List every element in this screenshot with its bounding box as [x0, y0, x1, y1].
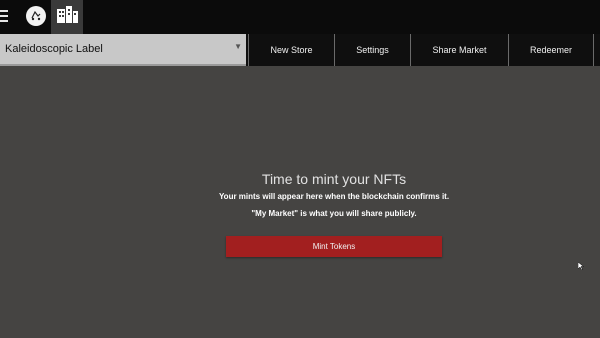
nav-redeemer-label: Redeemer [529, 45, 573, 55]
nav-settings[interactable]: Settings [334, 34, 411, 66]
hamburger-icon[interactable] [0, 10, 8, 24]
mint-tokens-button[interactable]: Mint Tokens [226, 236, 442, 257]
mouse-cursor-icon [578, 262, 584, 270]
store-select[interactable]: Kaleidoscopic Label ▼ [0, 34, 246, 66]
store-logo-svg [27, 7, 45, 25]
nav-new-store-label: New Store [270, 45, 313, 55]
nav-settings-label: Settings [356, 45, 389, 55]
top-bar [0, 0, 600, 34]
nav-new-store[interactable]: New Store [248, 34, 335, 66]
chevron-down-icon: ▼ [234, 42, 242, 51]
building-svg [57, 6, 78, 23]
store-select-value: Kaleidoscopic Label [5, 43, 103, 55]
nav-share-market[interactable]: Share Market [410, 34, 509, 66]
building-icon[interactable] [51, 0, 83, 34]
navigation-bar: Kaleidoscopic Label ▼ New Store Settings… [0, 34, 600, 66]
store-logo-icon[interactable] [26, 6, 46, 26]
nav-share-market-label: Share Market [432, 45, 487, 55]
page-title: Time to mint your NFTs [261, 171, 407, 187]
nav-redeemer[interactable]: Redeemer [508, 34, 594, 66]
market-info-text: "My Market" is what you will share publi… [251, 209, 417, 218]
mints-info-text: Your mints will appear here when the blo… [218, 192, 450, 201]
